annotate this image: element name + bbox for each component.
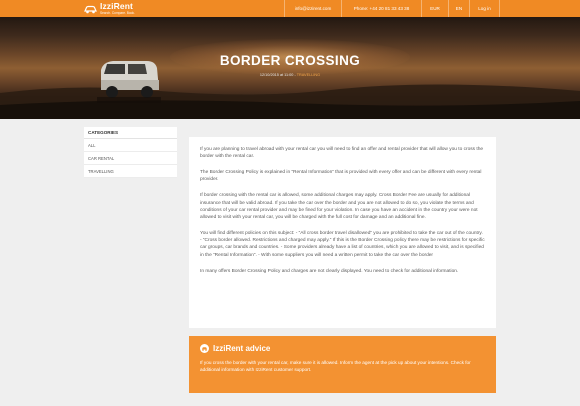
language-selector[interactable]: EN — [448, 0, 470, 17]
logo-tagline: Search. Compare. Book. — [100, 10, 135, 15]
top-navigation-bar: IzziRent Search. Compare. Book. info@izz… — [0, 0, 580, 17]
logo-text: IzziRent Search. Compare. Book. — [100, 2, 135, 15]
article-paragraph: If you are planning to travel abroad wit… — [200, 147, 484, 160]
advice-text: If you cross the border with your rental… — [200, 360, 471, 373]
logo-name: IzziRent — [100, 1, 133, 12]
hero-landscape — [0, 84, 580, 119]
advice-logo-icon — [200, 344, 209, 353]
article-paragraph: The Border Crossing Policy is explained … — [200, 170, 482, 183]
page-title: BORDER CROSSING — [219, 53, 361, 68]
hero-banner: BORDER CROSSING 12/10/2015 at 11:00 - TR… — [0, 17, 580, 119]
advice-title: IzziRent advice — [213, 344, 271, 353]
sidebar-item-car-rental[interactable]: CAR RENTAL — [84, 152, 177, 165]
phone-link[interactable]: Phone: +44 20 81 33 43 38 — [341, 0, 421, 17]
post-category-link[interactable]: TRAVELLING — [297, 73, 320, 77]
advice-header: IzziRent advice — [200, 344, 270, 353]
sidebar-item-travelling[interactable]: TRAVELLING — [84, 165, 177, 178]
article-paragraph: You will find different policies on this… — [200, 231, 485, 258]
categories-sidebar: CATEGORIES ALL CAR RENTAL TRAVELLING — [84, 127, 177, 178]
site-logo[interactable]: IzziRent Search. Compare. Book. — [84, 1, 135, 16]
car-logo-icon — [84, 4, 97, 14]
post-meta: 12/10/2015 at 11:00 - TRAVELLING — [0, 73, 580, 77]
post-date: 12/10/2015 at 11:00 - — [259, 73, 296, 77]
email-link[interactable]: info@izzirent.com — [284, 0, 341, 17]
currency-selector[interactable]: EUR — [421, 0, 448, 17]
login-button[interactable]: Log in — [470, 0, 500, 17]
article-paragraph: In many offers Border Crossing Policy an… — [200, 268, 459, 274]
article-content: If you are planning to travel abroad wit… — [189, 137, 496, 328]
advice-box: IzziRent advice If you cross the border … — [189, 336, 496, 393]
article-paragraph: If border crossing with the rental car i… — [200, 193, 478, 221]
categories-heading: CATEGORIES — [84, 127, 177, 139]
sidebar-item-all[interactable]: ALL — [84, 139, 177, 152]
